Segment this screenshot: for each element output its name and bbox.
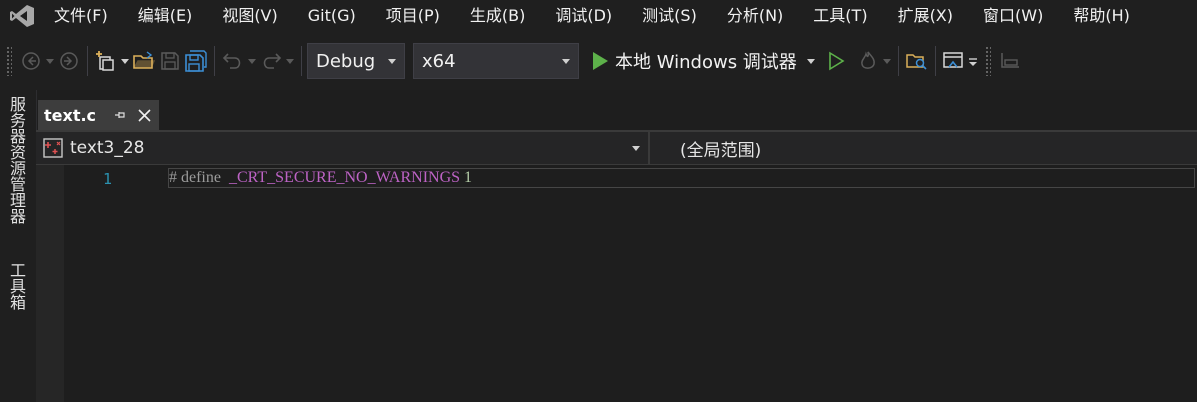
toolbar-separator: [214, 46, 215, 76]
menu-git[interactable]: Git(G): [293, 0, 371, 32]
visual-studio-logo-icon[interactable]: [0, 0, 44, 32]
play-icon: [593, 52, 608, 70]
undo-dropdown[interactable]: [246, 46, 258, 76]
close-icon[interactable]: [135, 106, 153, 124]
solution-platform-value: x64: [422, 50, 456, 72]
toolbar-separator: [301, 46, 302, 76]
navbar-divider: [648, 132, 650, 164]
scope-dropdown[interactable]: (全局范围): [680, 132, 761, 164]
navigate-forward-icon[interactable]: [56, 46, 82, 76]
menu-project[interactable]: 项目(P): [371, 0, 455, 32]
menu-bar: 文件(F) 编辑(E) 视图(V) Git(G) 项目(P) 生成(B) 调试(…: [0, 0, 1197, 32]
undo-icon[interactable]: [220, 46, 246, 76]
menu-file[interactable]: 文件(F): [44, 0, 123, 32]
start-debugging-button[interactable]: 本地 Windows 调试器: [587, 43, 801, 79]
indicator-margin[interactable]: [36, 165, 64, 402]
toolbox-tab[interactable]: 工具箱: [4, 262, 28, 310]
toolbar-grip[interactable]: [6, 46, 12, 76]
document-tab-well: text.c: [36, 100, 1197, 132]
toolbar-grip[interactable]: [984, 46, 991, 76]
cpp-project-icon: [42, 137, 64, 159]
debug-location-icon[interactable]: [997, 46, 1023, 76]
start-debugging-label: 本地 Windows 调试器: [615, 52, 797, 73]
pin-icon[interactable]: [111, 106, 129, 124]
hot-reload-dropdown[interactable]: [881, 46, 893, 76]
find-in-files-icon[interactable]: [904, 46, 930, 76]
new-project-dropdown[interactable]: [119, 46, 131, 76]
visual-studio-window: 文件(F) 编辑(E) 视图(V) Git(G) 项目(P) 生成(B) 调试(…: [0, 0, 1197, 402]
project-name: text3_28: [70, 138, 145, 158]
menu-test[interactable]: 测试(S): [627, 0, 712, 32]
document-tab[interactable]: text.c: [38, 100, 159, 130]
start-without-debugging-icon[interactable]: [823, 46, 849, 76]
menu-window[interactable]: 窗口(W): [968, 0, 1058, 32]
toolbar-separator: [934, 46, 936, 76]
navigate-back-dropdown[interactable]: [44, 46, 56, 76]
menu-build[interactable]: 生成(B): [455, 0, 540, 32]
standard-toolbar: Debug x64 本地 Windows 调试器: [0, 32, 1197, 90]
preprocessor-directive: # define: [169, 169, 221, 186]
toolbar-separator: [87, 46, 88, 76]
new-project-icon[interactable]: [93, 46, 119, 76]
macro-name: _CRT_SECURE_NO_WARNINGS: [228, 169, 461, 186]
menu-help[interactable]: 帮助(H): [1058, 0, 1145, 32]
solution-platform-select[interactable]: x64: [413, 43, 579, 79]
toolbar-overflow-dropdown[interactable]: [967, 46, 979, 76]
open-folder-icon[interactable]: [131, 46, 157, 76]
hot-reload-icon[interactable]: [855, 46, 881, 76]
toolbar-separator: [897, 46, 899, 76]
line-number: 1: [102, 170, 112, 188]
save-icon[interactable]: [157, 46, 183, 76]
menu-analyze[interactable]: 分析(N): [712, 0, 798, 32]
chevron-down-icon: [388, 58, 396, 64]
code-editor[interactable]: 1 # define _CRT_SECURE_NO_WARNINGS 1: [36, 165, 1197, 402]
navigation-bar: text3_28 (全局范围): [36, 132, 1197, 165]
menu-debug[interactable]: 调试(D): [540, 0, 627, 32]
chevron-down-icon: [632, 145, 640, 151]
menu-view[interactable]: 视图(V): [207, 0, 292, 32]
redo-icon[interactable]: [258, 46, 284, 76]
solution-configuration-select[interactable]: Debug: [307, 43, 405, 79]
navigate-back-icon[interactable]: [18, 46, 44, 76]
save-all-icon[interactable]: [183, 46, 209, 76]
start-debugging-dropdown[interactable]: [805, 46, 817, 76]
menu-tools[interactable]: 工具(T): [798, 0, 882, 32]
document-tab-name: text.c: [44, 105, 97, 125]
macro-value: 1: [464, 169, 473, 186]
project-dropdown[interactable]: text3_28: [38, 132, 646, 164]
chevron-down-icon: [562, 58, 570, 64]
solution-configuration-value: Debug: [316, 50, 376, 72]
menu-edit[interactable]: 编辑(E): [123, 0, 208, 32]
menu-extensions[interactable]: 扩展(X): [883, 0, 968, 32]
server-explorer-tab[interactable]: 服务器资源管理器: [4, 96, 28, 224]
redo-dropdown[interactable]: [284, 46, 296, 76]
left-tool-strip: 服务器资源管理器 工具箱: [0, 90, 37, 402]
browser-link-icon[interactable]: [941, 46, 967, 76]
scope-name: (全局范围): [680, 140, 762, 161]
current-line[interactable]: # define _CRT_SECURE_NO_WARNINGS 1: [168, 168, 1195, 188]
